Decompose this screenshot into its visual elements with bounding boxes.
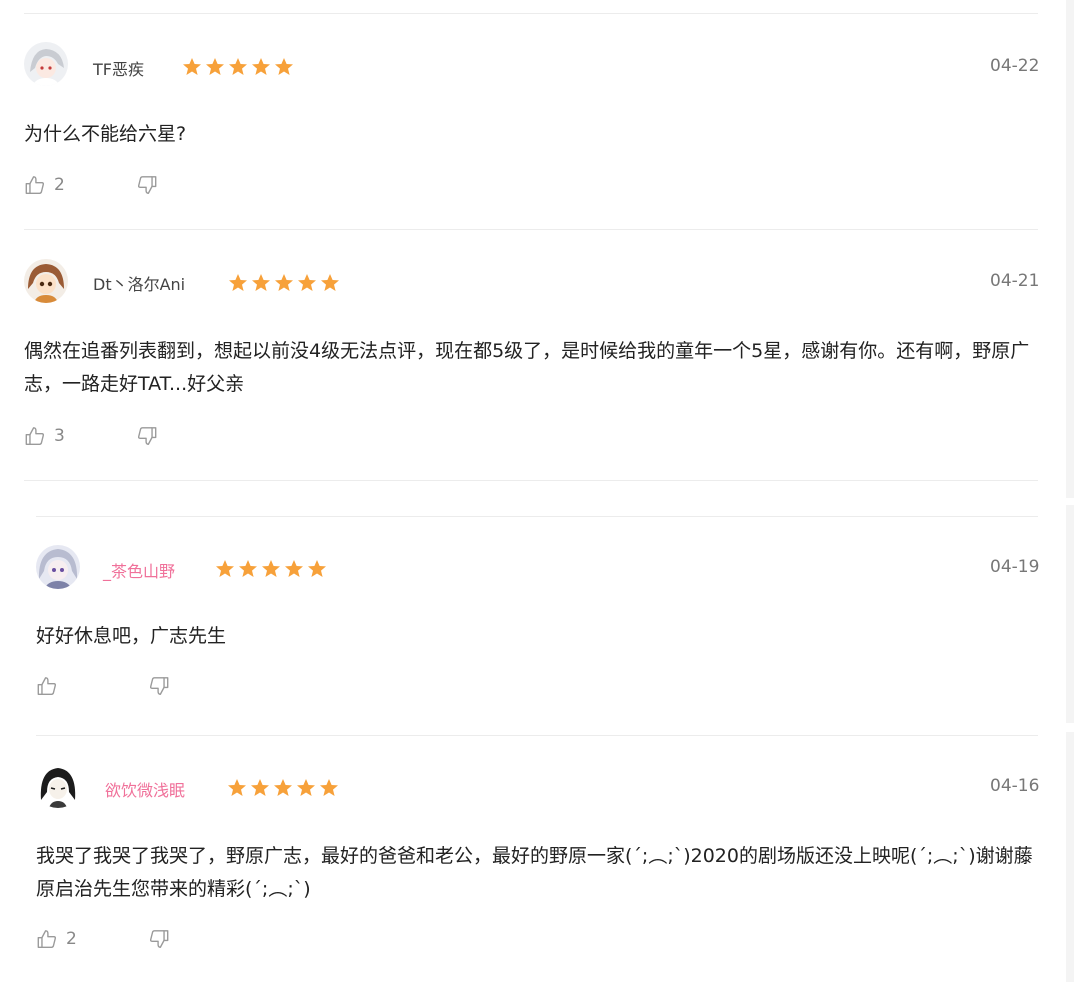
rating-stars — [215, 559, 327, 579]
thumbs-down-icon — [137, 427, 157, 445]
rating-stars — [227, 778, 339, 798]
review-item: Dt丶洛尔Ani 04-21 偶然在追番列表翻到，想起以前没4级无法点评，现在都… — [0, 230, 1060, 480]
thumbs-down-icon — [137, 176, 157, 194]
star-icon — [229, 58, 247, 75]
star-icon — [206, 58, 224, 75]
star-icon — [262, 560, 280, 577]
star-icon — [298, 274, 316, 291]
dislike-button[interactable] — [148, 928, 170, 950]
star-icon — [228, 779, 246, 796]
thumbs-down-icon — [149, 677, 169, 695]
thumbs-up-icon — [25, 427, 45, 445]
star-icon — [229, 274, 247, 291]
black-haired-anime-avatar-icon[interactable] — [36, 764, 80, 808]
like-count: 2 — [54, 175, 65, 195]
brown-haired-anime-avatar-icon[interactable] — [24, 259, 68, 303]
review-list-page: TF恶疾 04-22 为什么不能给六星? 2 Dt丶洛尔Ani 04-21 偶然… — [0, 0, 1080, 982]
scrollbar-track[interactable] — [1066, 0, 1074, 498]
star-icon — [321, 274, 339, 291]
star-icon — [274, 779, 292, 796]
white-haired-anime-avatar-icon[interactable] — [24, 42, 68, 86]
star-icon — [252, 274, 270, 291]
review-date: 04-22 — [990, 56, 1040, 76]
scrollbar-track[interactable] — [1066, 732, 1074, 982]
review-date: 04-19 — [990, 557, 1040, 577]
like-count: 2 — [66, 929, 77, 949]
username[interactable]: Dt丶洛尔Ani — [93, 271, 185, 295]
review-content: 偶然在追番列表翻到，想起以前没4级无法点评，现在都5级了，是时候给我的童年一个5… — [24, 340, 1030, 395]
review-date: 04-21 — [990, 271, 1040, 291]
review-date: 04-16 — [990, 776, 1040, 796]
silver-haired-anime-avatar-icon[interactable] — [36, 545, 80, 589]
star-icon — [275, 274, 293, 291]
username[interactable]: _茶色山野 — [103, 558, 175, 582]
review-item: _茶色山野 04-19 好好休息吧，广志先生 — [0, 517, 1060, 735]
like-count: 3 — [54, 426, 65, 446]
like-button[interactable]: 2 — [36, 928, 148, 950]
thumbs-up-icon — [25, 176, 45, 194]
review-content: 好好休息吧，广志先生 — [36, 625, 227, 647]
divider — [24, 480, 1038, 481]
review-actions: 3 — [24, 425, 158, 447]
rating-stars — [182, 57, 294, 77]
scrollbar-track[interactable] — [1066, 505, 1074, 723]
review-content: 为什么不能给六星? — [24, 123, 187, 145]
dislike-button[interactable] — [136, 425, 158, 447]
review-actions: 2 — [36, 928, 170, 950]
star-icon — [252, 58, 270, 75]
thumbs-down-icon — [149, 930, 169, 948]
like-button[interactable]: 3 — [24, 425, 136, 447]
star-icon — [297, 779, 315, 796]
star-icon — [251, 779, 269, 796]
review-actions — [36, 675, 170, 697]
review-actions: 2 — [24, 174, 158, 196]
star-icon — [216, 560, 234, 577]
dislike-button[interactable] — [148, 675, 170, 697]
star-icon — [285, 560, 303, 577]
star-icon — [275, 58, 293, 75]
like-button[interactable]: 2 — [24, 174, 136, 196]
like-button[interactable] — [36, 675, 148, 697]
thumbs-up-icon — [37, 677, 57, 695]
star-icon — [239, 560, 257, 577]
star-icon — [308, 560, 326, 577]
review-content: 我哭了我哭了我哭了，野原广志，最好的爸爸和老公，最好的野原一家(´;︵;`)20… — [36, 845, 1033, 900]
username[interactable]: 欲饮微浅眠 — [105, 777, 185, 801]
review-item: 欲饮微浅眠 04-16 我哭了我哭了我哭了，野原广志，最好的爸爸和老公，最好的野… — [0, 736, 1060, 982]
review-item: TF恶疾 04-22 为什么不能给六星? 2 — [0, 0, 1060, 230]
star-icon — [183, 58, 201, 75]
thumbs-up-icon — [37, 930, 57, 948]
rating-stars — [228, 273, 340, 293]
dislike-button[interactable] — [136, 174, 158, 196]
username[interactable]: TF恶疾 — [93, 56, 144, 80]
star-icon — [320, 779, 338, 796]
